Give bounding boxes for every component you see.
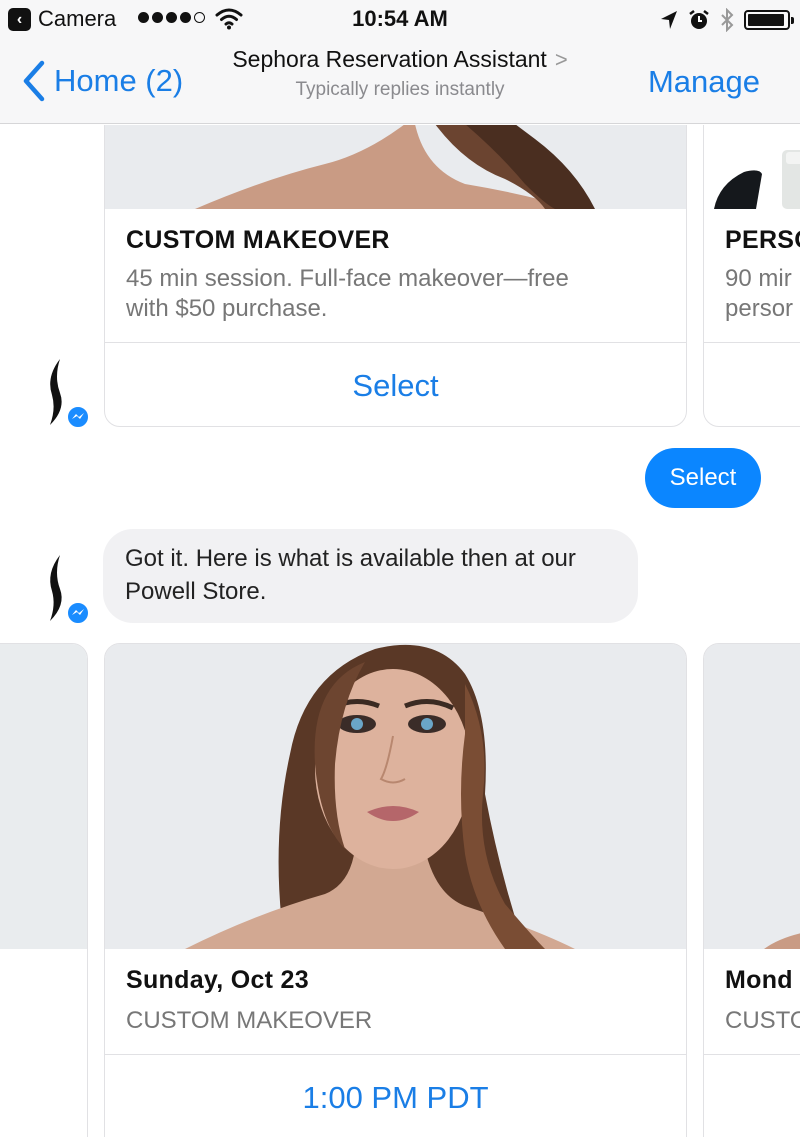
card-divider <box>105 1054 686 1055</box>
slot-service: CUSTOM MAKEOVER <box>126 1007 373 1034</box>
message-thread[interactable]: CUSTOM MAKEOVER 45 min session. Full-fac… <box>0 125 800 1137</box>
slot-date: Sunday, Oct 23 <box>126 966 309 994</box>
back-button-label[interactable]: Home (2) <box>54 63 183 99</box>
conversation-title-area[interactable]: Sephora Reservation Assistant > Typically… <box>200 46 600 101</box>
bot-message-line: Powell Store. <box>125 578 267 605</box>
bluetooth-icon <box>721 8 734 32</box>
slot-date: Mond <box>725 966 793 994</box>
alarm-icon <box>689 10 709 29</box>
slot-service: CUSTO <box>725 1007 800 1034</box>
page-subtitle: Typically replies instantly <box>295 79 505 100</box>
card-divider <box>704 1054 800 1055</box>
back-button[interactable]: Home (2) <box>22 60 183 102</box>
battery-icon <box>744 10 794 30</box>
bot-avatar[interactable] <box>42 357 92 429</box>
service-description: 45 min session. Full-face makeover—free … <box>126 264 569 324</box>
service-description-line: persor <box>725 295 794 322</box>
slot-image <box>105 644 686 949</box>
conversation-header: Home (2) Sephora Reservation Assistant > … <box>0 40 800 124</box>
slot-image <box>704 644 800 949</box>
card-divider <box>105 342 686 343</box>
model-portrait <box>105 644 686 949</box>
location-arrow-icon <box>661 11 677 29</box>
service-description: 90 mir persor <box>725 264 793 324</box>
service-description-line: 90 mir <box>725 265 792 292</box>
service-title: CUSTOM MAKEOVER <box>126 226 390 254</box>
bot-message-bubble: Got it. Here is what is available then a… <box>103 529 638 623</box>
slot-card: Sunday, Oct 23 CUSTOM MAKEOVER 1:00 PM P… <box>104 643 687 1137</box>
bot-avatar[interactable] <box>42 553 92 625</box>
slot-card-partial <box>0 643 88 1137</box>
page-title-text: Sephora Reservation Assistant <box>232 46 547 72</box>
messenger-badge-icon <box>66 601 90 625</box>
bot-message-line: Got it. Here is what is available then a… <box>125 545 576 572</box>
page-title[interactable]: Sephora Reservation Assistant > <box>200 46 600 73</box>
service-description-line: 45 min session. Full-face makeover—free <box>126 265 569 292</box>
service-image <box>105 125 686 209</box>
service-card: CUSTOM MAKEOVER 45 min session. Full-fac… <box>104 125 687 427</box>
service-title: PERSO <box>725 226 800 254</box>
service-description-line: with $50 purchase. <box>126 295 328 322</box>
status-bar: ‹ Camera 10:54 AM <box>0 0 800 40</box>
service-card: PERSO 90 mir persor <box>703 125 800 427</box>
user-reply-bubble: Select <box>645 448 761 508</box>
service-image <box>704 125 800 209</box>
chevron-right-icon: > <box>554 47 568 72</box>
card-divider <box>704 342 800 343</box>
chevron-left-icon <box>23 60 45 102</box>
slot-card: Mond CUSTO <box>703 643 800 1137</box>
manage-button[interactable]: Manage <box>648 64 760 100</box>
time-slot-button[interactable]: 1:00 PM PDT <box>105 1080 686 1116</box>
select-service-button[interactable]: Select <box>105 368 686 404</box>
messenger-badge-icon <box>66 405 90 429</box>
slot-image <box>0 644 87 949</box>
